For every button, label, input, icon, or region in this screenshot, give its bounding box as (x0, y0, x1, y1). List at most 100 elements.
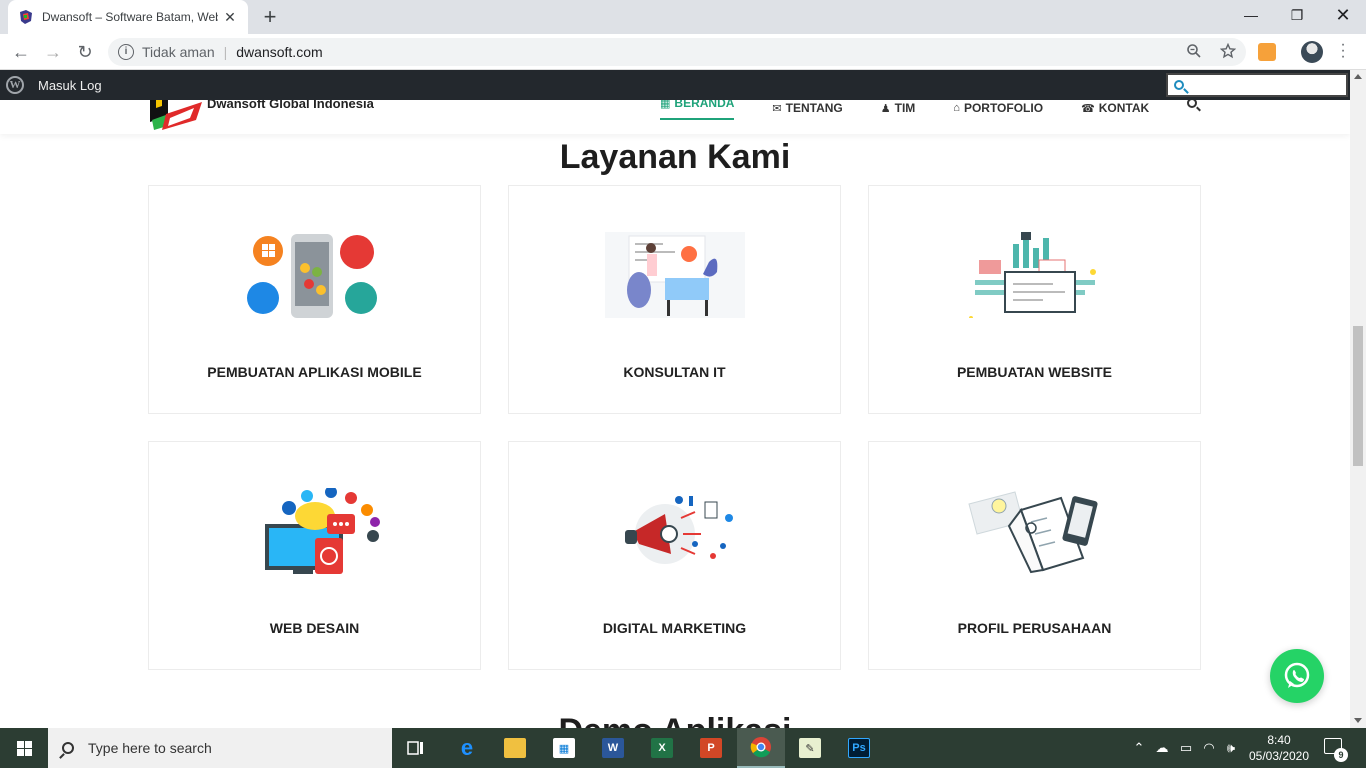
tab-title: Dwansoft – Software Batam, Web (42, 10, 218, 24)
taskbar-powerpoint[interactable]: P (687, 728, 735, 768)
clock-date: 05/03/2020 (1248, 749, 1310, 763)
powerpoint-icon: P (700, 738, 722, 758)
browser-tab[interactable]: Dwansoft – Software Batam, Web ✕ (8, 0, 248, 34)
nav-item-tim[interactable]: ♟ TIM (881, 100, 916, 120)
taskbar-excel[interactable]: X (638, 728, 686, 768)
service-card-profile[interactable]: PROFIL PERUSAHAAN (868, 441, 1201, 670)
restore-button[interactable]: ❐ (1274, 0, 1320, 30)
taskbar-edge[interactable]: e (443, 728, 491, 768)
service-label: PEMBUATAN APLIKASI MOBILE (207, 364, 422, 380)
browser-toolbar: ← → ↻ i Tidak aman | dwansoft.com · · · (0, 34, 1366, 70)
site-favicon-icon (20, 10, 32, 24)
service-card-mobile[interactable]: PEMBUATAN APLIKASI MOBILE (148, 185, 481, 414)
web-design-social-illustration (265, 488, 380, 574)
minimize-button[interactable]: — (1228, 0, 1274, 30)
taskbar-word[interactable]: W (589, 728, 637, 768)
zoom-icon[interactable] (1186, 43, 1202, 59)
chevron-up-icon[interactable]: ⌃ (1128, 740, 1150, 756)
volume-icon[interactable]: 🕪 (1220, 740, 1242, 756)
clock-time: 8:40 (1267, 733, 1291, 747)
notification-count-badge: 9 (1334, 748, 1348, 762)
wp-search-input[interactable] (1166, 73, 1348, 97)
forward-button[interactable]: → (40, 40, 66, 64)
nav-label: PORTOFOLIO (963, 101, 1044, 115)
folder-icon (504, 738, 526, 758)
next-section-title: Demo Aplikasi (0, 712, 1350, 728)
back-button[interactable]: ← (8, 40, 34, 64)
envelope-icon: ✉ (772, 102, 782, 115)
section-title: Layanan Kami (559, 138, 791, 176)
info-icon[interactable]: i (118, 44, 134, 60)
search-icon (62, 742, 74, 754)
taskbar-search[interactable]: Type here to search (48, 728, 392, 768)
new-tab-button[interactable]: + (258, 6, 282, 30)
main-navigation: ▦ BERANDA ✉ TENTANG ♟ TIM ⌂ PORTOFOLIO ☎… (660, 100, 1198, 120)
nav-label: BERANDA (674, 100, 735, 110)
company-profile-illustration (968, 491, 1098, 574)
service-card-consulting[interactable]: KONSULTAN IT (508, 185, 841, 414)
scroll-down-icon[interactable] (1354, 718, 1362, 723)
battery-icon[interactable]: ▭ (1174, 740, 1198, 756)
chrome-icon (750, 737, 771, 758)
start-button[interactable] (0, 728, 48, 768)
page-viewport: Dwansoft Global Indonesia ▦ BERANDA ✉ TE… (0, 100, 1350, 728)
taskbar-search-placeholder: Type here to search (88, 740, 212, 756)
search-icon[interactable] (1187, 100, 1198, 108)
system-tray: ⌃ ☁ ▭ ◠ 🕪 (1128, 728, 1242, 768)
megaphone-marketing-illustration (625, 496, 733, 564)
browser-menu-icon[interactable]: · · · (1338, 37, 1348, 65)
wordpress-logo-icon[interactable]: W (6, 76, 24, 94)
store-icon: ▦ (553, 738, 575, 758)
wp-login-link[interactable]: Masuk Log (38, 78, 102, 93)
service-label: DIGITAL MARKETING (602, 620, 747, 636)
search-icon (1174, 80, 1184, 90)
user-icon: ♟ (880, 102, 891, 115)
word-icon: W (602, 738, 624, 758)
address-actions (1186, 43, 1236, 59)
brand-logo[interactable] (148, 100, 204, 130)
service-card-marketing[interactable]: DIGITAL MARKETING (508, 441, 841, 670)
taskbar-chrome[interactable] (737, 728, 785, 768)
browser-tabstrip: Dwansoft – Software Batam, Web ✕ + — ❐ ✕ (0, 0, 1366, 34)
profile-avatar[interactable] (1301, 41, 1323, 63)
scroll-thumb[interactable] (1353, 326, 1363, 466)
scroll-up-icon[interactable] (1354, 74, 1362, 79)
address-bar[interactable]: i Tidak aman | dwansoft.com (108, 38, 1246, 66)
service-label: WEB DESAIN (269, 620, 360, 636)
taskbar-clock[interactable]: 8:40 05/03/2020 (1246, 732, 1312, 764)
edge-icon: e (460, 735, 474, 760)
whatsapp-chat-button[interactable] (1270, 649, 1324, 703)
taskbar-store[interactable]: ▦ (540, 728, 588, 768)
taskbar-notepad[interactable]: ✎ (786, 728, 834, 768)
whatsapp-icon (1284, 662, 1310, 688)
extension-icon[interactable] (1258, 43, 1276, 61)
service-card-webdesign[interactable]: WEB DESAIN (148, 441, 481, 670)
nav-label: TENTANG (785, 101, 843, 115)
close-tab-icon[interactable]: ✕ (222, 9, 238, 26)
close-window-button[interactable]: ✕ (1320, 0, 1366, 30)
address-separator: | (223, 44, 228, 60)
nav-label: TIM (894, 101, 916, 115)
excel-icon: X (651, 738, 673, 758)
phone-icon: ☎ (1081, 102, 1095, 115)
brand-name[interactable]: Dwansoft Global Indonesia (207, 100, 374, 111)
reload-button[interactable]: ↻ (72, 40, 98, 64)
nav-item-tentang[interactable]: ✉ TENTANG (772, 100, 842, 120)
site-header: Dwansoft Global Indonesia ▦ BERANDA ✉ TE… (0, 100, 1350, 134)
onedrive-cloud-icon[interactable]: ☁ (1150, 740, 1174, 756)
service-card-website[interactable]: PEMBUATAN WEBSITE (868, 185, 1201, 414)
bank-icon: ⌂ (953, 102, 960, 114)
task-view-icon (407, 741, 423, 755)
nav-item-beranda[interactable]: ▦ BERANDA (660, 100, 735, 120)
service-label: PEMBUATAN WEBSITE (956, 364, 1113, 380)
nav-item-portofolio[interactable]: ⌂ PORTOFOLIO (953, 100, 1043, 120)
wifi-icon[interactable]: ◠ (1198, 740, 1220, 756)
taskbar-file-explorer[interactable] (491, 728, 539, 768)
page-scrollbar[interactable] (1350, 70, 1366, 728)
nav-item-kontak[interactable]: ☎ KONTAK (1081, 100, 1149, 120)
wp-admin-bar: W Masuk Log (0, 70, 1352, 100)
taskbar-photoshop[interactable]: Ps (835, 728, 883, 768)
bookmark-star-icon[interactable] (1220, 43, 1236, 59)
task-view-button[interactable] (392, 728, 440, 768)
nav-label: KONTAK (1098, 101, 1150, 115)
